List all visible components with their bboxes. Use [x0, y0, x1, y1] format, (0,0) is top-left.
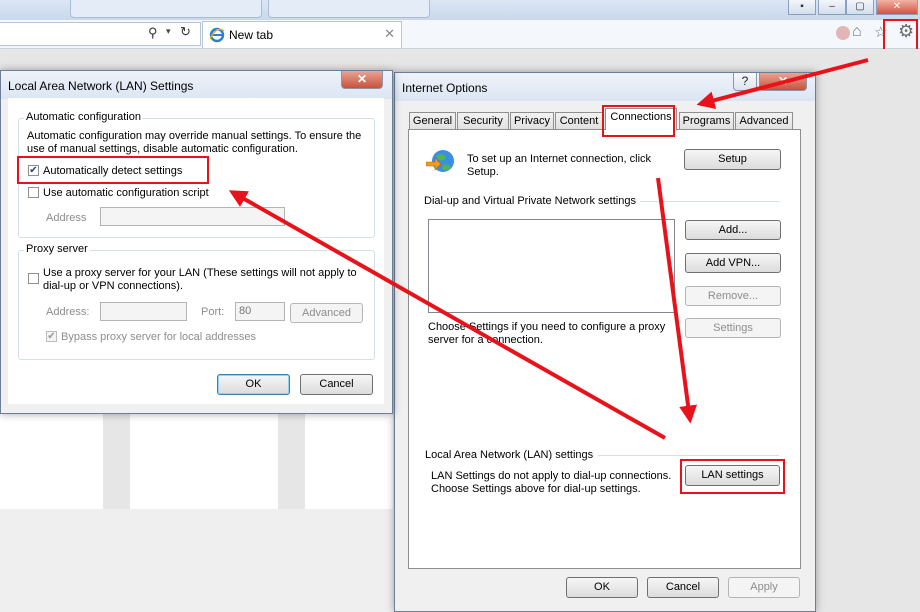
script-address-field[interactable]: [100, 207, 285, 226]
background-tab[interactable]: [268, 0, 430, 18]
auto-config-script-checkbox[interactable]: [28, 187, 39, 198]
internet-connection-icon: [426, 150, 454, 172]
script-address-label: Address: [46, 212, 87, 224]
dialog-title: Internet Options: [402, 81, 488, 95]
close-button[interactable]: ✕: [759, 73, 807, 91]
auto-config-script-label[interactable]: Use automatic configuration script: [43, 187, 209, 200]
help-button[interactable]: ?: [733, 73, 757, 91]
dialog-title: Local Area Network (LAN) Settings: [8, 79, 194, 93]
apply-button[interactable]: Apply: [728, 577, 800, 598]
dropdown-chevron-icon[interactable]: ▾: [166, 26, 171, 37]
browser-tab-new[interactable]: New tab ✕: [202, 21, 402, 48]
use-proxy-label[interactable]: Use a proxy server for your LAN (These s…: [43, 267, 357, 293]
automatic-configuration-legend: Automatic configuration: [24, 111, 143, 123]
auto-detect-label[interactable]: Automatically detect settings: [43, 165, 182, 178]
lan-settings-description: LAN Settings do not apply to dial-up con…: [431, 470, 672, 495]
setup-button[interactable]: Setup: [684, 149, 781, 170]
proxy-port-field[interactable]: 80: [235, 302, 285, 321]
tab-close-icon[interactable]: ✕: [384, 26, 395, 42]
tab-content[interactable]: Content: [555, 112, 603, 129]
lan-cancel-button[interactable]: Cancel: [300, 374, 373, 395]
tab-general[interactable]: General: [409, 112, 456, 129]
stop-icon[interactable]: [836, 26, 850, 40]
tab-security[interactable]: Security: [457, 112, 509, 129]
tab-privacy[interactable]: Privacy: [510, 112, 554, 129]
lan-settings-button[interactable]: LAN settings: [685, 465, 780, 486]
choose-settings-text: Choose Settings if you need to configure…: [428, 321, 666, 346]
home-icon[interactable]: ⌂: [852, 23, 862, 41]
lan-settings-header: Local Area Network (LAN) settings: [425, 449, 594, 461]
separator: [598, 455, 779, 456]
ok-button[interactable]: OK: [566, 577, 638, 598]
close-button[interactable]: ✕: [341, 71, 383, 89]
settings-button[interactable]: Settings: [685, 318, 781, 338]
dialog-titlebar[interactable]: Local Area Network (LAN) Settings: [1, 71, 392, 99]
window-color-icon: ▪: [788, 0, 816, 15]
connections-list[interactable]: [428, 219, 675, 313]
bypass-local-label[interactable]: Bypass proxy server for local addresses: [61, 331, 256, 344]
bypass-local-checkbox[interactable]: ✔: [46, 331, 57, 342]
dialup-vpn-header: Dial-up and Virtual Private Network sett…: [424, 195, 636, 207]
page-tile: [0, 409, 103, 509]
maximize-button[interactable]: ▢: [846, 0, 874, 15]
address-bar[interactable]: ⚲ ▾ ↻: [0, 22, 201, 46]
gear-icon[interactable]: ⚙: [898, 21, 914, 42]
proxy-address-field[interactable]: [100, 302, 187, 321]
separator: [640, 201, 779, 202]
favorites-star-icon[interactable]: ☆: [874, 23, 887, 41]
background-tab[interactable]: [70, 0, 262, 18]
use-proxy-checkbox[interactable]: [28, 273, 39, 284]
add-button[interactable]: Add...: [685, 220, 781, 240]
setup-description: To set up an Internet connection, click …: [467, 153, 652, 178]
search-icon[interactable]: ⚲: [148, 25, 158, 41]
lan-ok-button[interactable]: OK: [217, 374, 290, 395]
proxy-advanced-button[interactable]: Advanced: [290, 303, 363, 323]
cancel-button[interactable]: Cancel: [647, 577, 719, 598]
ie-logo-icon: [209, 27, 225, 43]
add-vpn-button[interactable]: Add VPN...: [685, 253, 781, 273]
tab-title: New tab: [229, 28, 274, 42]
remove-button[interactable]: Remove...: [685, 286, 781, 306]
proxy-server-legend: Proxy server: [24, 243, 90, 255]
tab-connections[interactable]: Connections: [605, 108, 677, 130]
minimize-button[interactable]: –: [818, 0, 846, 15]
proxy-address-label: Address:: [46, 306, 90, 318]
page-background-strip: [0, 509, 400, 612]
refresh-icon[interactable]: ↻: [180, 24, 191, 40]
browser-tab-strip: ▪ – ▢ ✕: [0, 0, 920, 20]
page-tile: [305, 409, 393, 509]
page-tile: [130, 409, 278, 509]
window-close-button[interactable]: ✕: [876, 0, 918, 15]
auto-config-description: Automatic configuration may override man…: [27, 130, 362, 155]
tab-programs[interactable]: Programs: [679, 112, 734, 129]
tab-advanced[interactable]: Advanced: [735, 112, 793, 129]
proxy-port-label: Port:: [201, 306, 225, 318]
auto-detect-checkbox[interactable]: ✔: [28, 165, 39, 176]
